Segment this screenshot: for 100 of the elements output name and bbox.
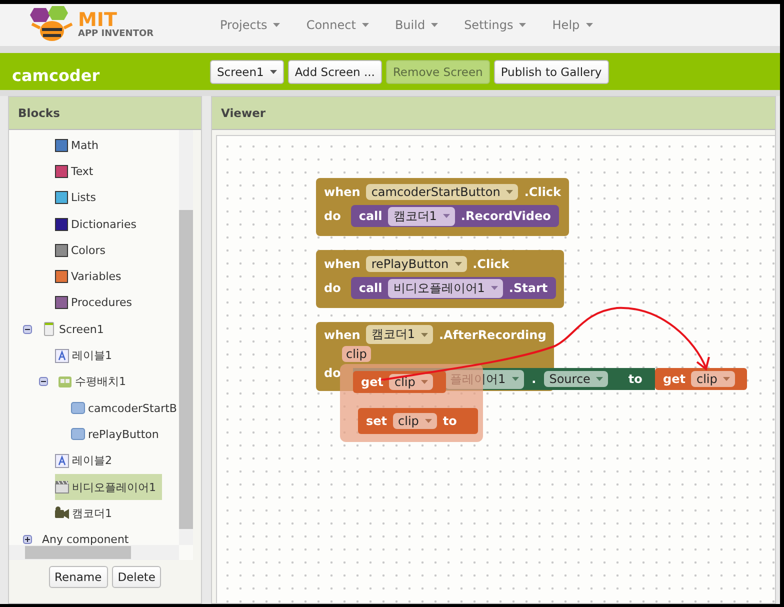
variable-dropdown[interactable]: clip [389,374,434,390]
event-block[interactable]: when rePlayButton .Click do call 비디오플레이어1 .Start [316,250,564,308]
tree-item-label: Variables [71,270,122,284]
block-keyword: get [361,375,384,389]
block-keyword: call [358,281,382,295]
caret-icon [362,23,369,27]
tree-item-label: camcoderStartB [88,402,177,415]
tree-item[interactable]: Text [55,158,100,185]
screen-dropdown[interactable]: Screen1 [210,60,284,84]
tree-action-button[interactable]: Delete [112,566,162,588]
tree-item[interactable]: 레이블2 [55,448,118,474]
tree-action-button[interactable]: Rename [48,566,108,588]
event-name: .Click [524,185,562,199]
caret-icon [270,70,277,74]
tree-item[interactable]: Screen1 [23,316,110,342]
tree-item[interactable]: Lists [55,184,102,211]
caret-icon [454,262,462,266]
horizontal-scrollbar[interactable] [9,545,179,560]
label-icon [55,454,69,468]
block-keyword: get [663,372,686,386]
component-dropdown[interactable]: rePlayButton [366,256,467,272]
tree-item-label: 레이블1 [72,348,112,364]
caret-icon [596,377,604,381]
tree-item-label: Procedures [71,296,132,310]
screen-icon [42,322,56,336]
menu-button[interactable]: Settings [464,18,526,32]
event-block[interactable]: when camcoderStartButton .Click do call 캠코더1 .RecordVideo [316,178,570,236]
method-name: .RecordVideo [460,209,551,223]
tree-item[interactable]: Dictionaries [55,210,142,238]
call-block[interactable]: call 비디오플레이어1 .Start [350,277,556,299]
block-keyword: do [324,366,341,380]
tree-item-label: Colors [71,244,106,257]
call-block[interactable]: call 캠코더1 .RecordVideo [350,205,559,227]
property-dropdown[interactable]: Source [544,371,608,387]
caret-icon [421,380,428,384]
tree-item-label: rePlayButton [88,428,159,441]
event-name: .Click [472,257,510,271]
tree-item-label: Any component [42,533,129,545]
block-keyword: set [366,414,388,428]
component-dropdown[interactable]: 비디오플레이어1 [388,278,503,298]
button-icon [71,401,85,416]
tree-item[interactable]: Math [55,132,105,158]
caret-icon [512,377,519,381]
variable-dropdown[interactable]: clip [393,413,437,429]
panel-title: Viewer [212,97,775,130]
dot-text: . [532,372,536,386]
caret-icon [723,377,730,381]
caret-icon [490,286,498,290]
caret-icon [519,23,526,27]
block-keyword: to [628,372,642,386]
caret-icon [442,214,450,218]
tree-item-label: Dictionaries [71,218,136,231]
tree-item-label: 수평배치1 [75,374,126,390]
tree-item[interactable]: camcoderStartB [71,394,179,422]
component-dropdown[interactable]: 캠코더1 [366,325,433,344]
block-keyword: do [324,209,341,223]
logo-title: MIT [78,11,117,30]
menu-button[interactable]: Projects [220,18,280,32]
block-keyword: when [324,257,360,271]
tree-item[interactable]: 비디오플레이어1 [55,474,162,500]
get-block[interactable]: get clip [655,368,747,390]
logo-icon [30,6,74,44]
tree-item-label: Math [71,138,99,152]
menu-button[interactable]: Help [552,18,593,32]
menu-button[interactable]: Connect [306,18,369,32]
arrangement-icon [58,374,72,389]
tree-item-label: 캠코더1 [72,506,112,521]
camcorder-icon [55,506,69,520]
variable-dropdown[interactable]: clip [691,371,736,387]
event-name: .AfterRecording [438,328,546,342]
tree-item[interactable]: 캠코더1 [55,500,118,526]
block-keyword: when [324,185,360,199]
component-dropdown[interactable]: camcoderStartButton [366,184,518,200]
toolbar-button[interactable]: Publish to Gallery [494,60,609,84]
toolbar-button[interactable]: Add Screen ... [288,60,382,84]
tree-item-label: Lists [71,191,96,204]
tree-item[interactable]: Any component [23,526,135,545]
vertical-scrollbar[interactable] [179,130,193,545]
tree-item[interactable]: Procedures [55,290,138,316]
tree-item-label: Screen1 [59,322,104,336]
component-dropdown[interactable]: 캠코더1 [388,206,455,226]
tree-item[interactable]: Variables [55,263,128,290]
caret-icon [506,190,514,194]
method-name: .Start [508,281,548,295]
tree-item[interactable]: rePlayButton [71,421,165,448]
tree-item-label: 레이블2 [72,453,112,468]
get-block[interactable]: get clip [353,371,446,393]
set-block[interactable]: set clip to [358,408,478,434]
button-icon [71,427,85,442]
toggle-icon[interactable] [23,535,32,544]
tree-item[interactable]: Colors [55,237,112,264]
parameter-chip[interactable]: clip [342,346,371,362]
block-keyword: call [358,209,382,223]
toggle-icon[interactable] [23,324,32,334]
tree-item[interactable]: 수평배치1 [39,368,132,395]
panel-title: Blocks [9,97,201,130]
caret-icon [431,23,438,27]
tree-item[interactable]: 레이블1 [55,342,118,369]
menu-button[interactable]: Build [394,18,438,32]
toggle-icon[interactable] [39,377,48,386]
